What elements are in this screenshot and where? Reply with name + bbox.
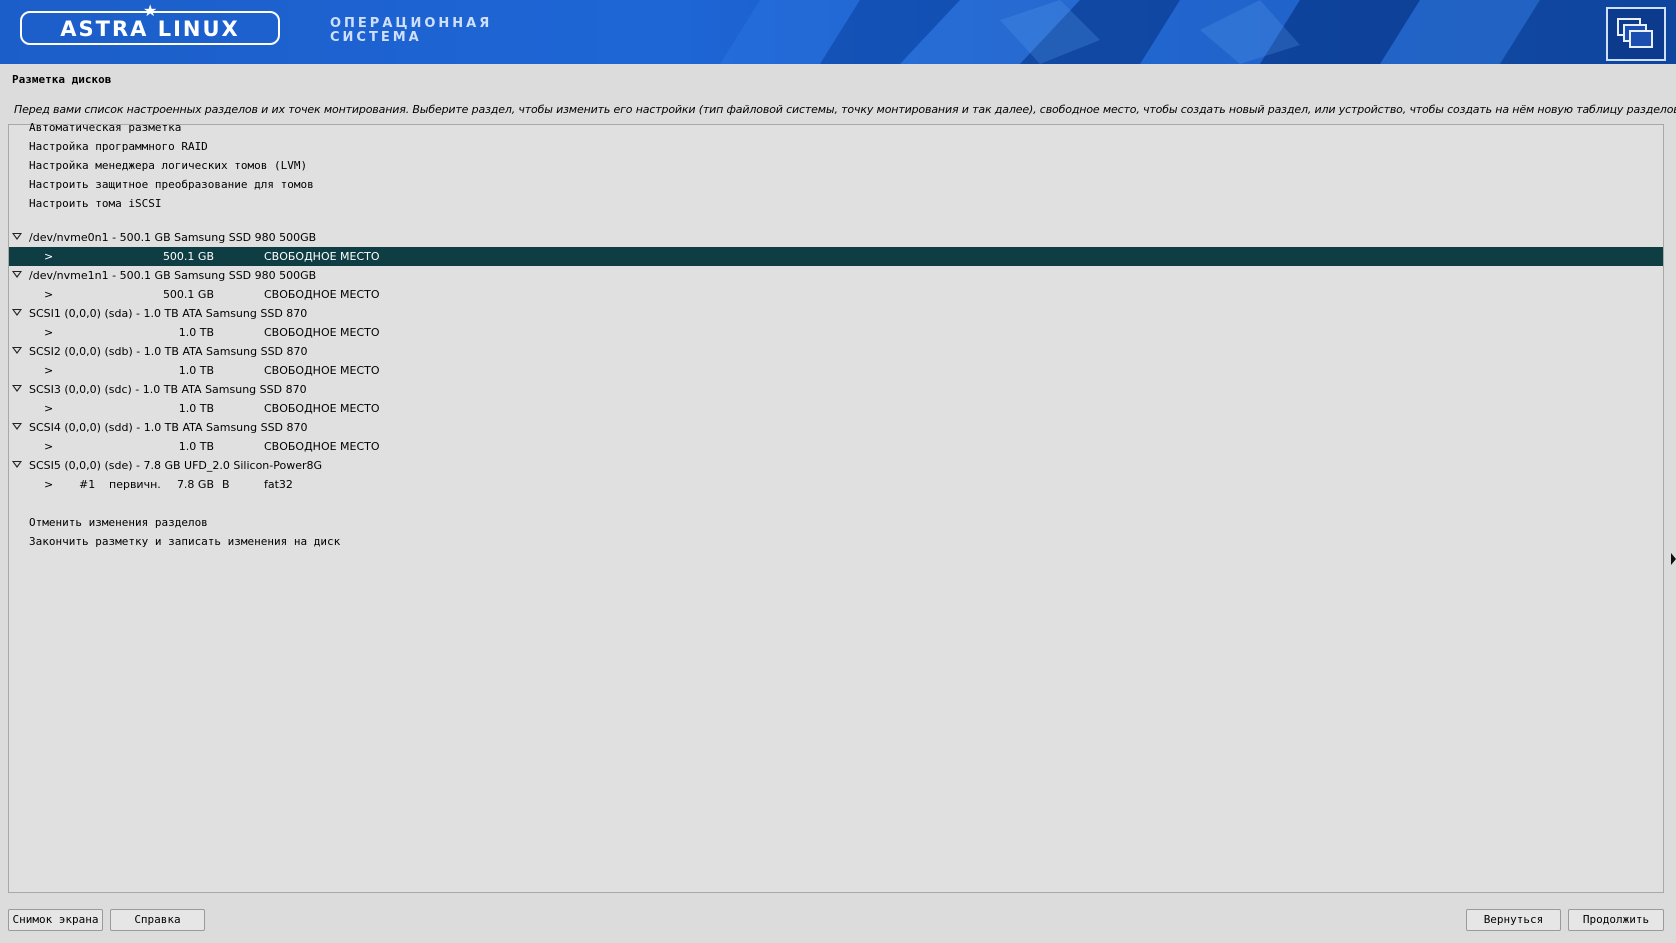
page-description: Перед вами список настроенных разделов и…: [14, 103, 1676, 116]
expand-triangle-icon: [12, 423, 22, 430]
windows-button[interactable]: [1606, 7, 1666, 61]
device-label: SCSI2 (0,0,0) (sdb) - 1.0 TB ATA Samsung…: [29, 345, 308, 358]
installer-screen: ★ ASTRA LINUX ОПЕРАЦИОННАЯ СИСТЕМА Разме…: [0, 0, 1676, 943]
list-item-label: Настройка менеджера логических томов (LV…: [29, 159, 308, 172]
device-label: SCSI3 (0,0,0) (sdc) - 1.0 TB ATA Samsung…: [29, 383, 307, 396]
free-space-row-sdc[interactable]: >1.0 TB СВОБОДНОЕ МЕСТО: [9, 399, 1663, 418]
arrow-icon: >: [44, 364, 54, 377]
arrow-icon: >: [44, 478, 54, 491]
list-item-label: Настройка программного RAID: [29, 140, 208, 153]
partition-flag: B: [222, 478, 230, 491]
list-item-encryption[interactable]: Настроить защитное преобразование для то…: [9, 175, 1663, 194]
arrow-icon: >: [44, 326, 54, 339]
free-space-row-sda[interactable]: >1.0 TB СВОБОДНОЕ МЕСТО: [9, 323, 1663, 342]
device-label: SCSI4 (0,0,0) (sdd) - 1.0 TB ATA Samsung…: [29, 421, 308, 434]
back-button[interactable]: Вернуться: [1466, 909, 1561, 931]
list-item-finish-partitioning[interactable]: Закончить разметку и записать изменения …: [9, 532, 1663, 551]
expand-triangle-icon: [12, 233, 22, 240]
size-label: 1.0 TB: [178, 364, 214, 377]
free-space-row-nvme0n1[interactable]: >500.1 GB СВОБОДНОЕ МЕСТО: [9, 247, 1663, 266]
expand-triangle-icon: [12, 347, 22, 354]
fs-label: СВОБОДНОЕ МЕСТО: [264, 288, 380, 301]
os-title: ОПЕРАЦИОННАЯ СИСТЕМА: [330, 17, 492, 45]
partition-row-sde1[interactable]: > #1 первичн. 7.8 GB B fat32: [9, 475, 1663, 494]
os-title-line1: ОПЕРАЦИОННАЯ: [330, 16, 493, 31]
header-banner: ★ ASTRA LINUX ОПЕРАЦИОННАЯ СИСТЕМА: [0, 0, 1676, 64]
screenshot-button[interactable]: Снимок экрана: [8, 909, 103, 931]
list-item-label: Автоматическая разметка: [29, 121, 182, 134]
size-label: 500.1 GB: [162, 250, 214, 263]
list-item-lvm[interactable]: Настройка менеджера логических томов (LV…: [9, 156, 1663, 175]
expand-triangle-icon: [12, 385, 22, 392]
free-space-row-sdd[interactable]: >1.0 TB СВОБОДНОЕ МЕСТО: [9, 437, 1663, 456]
device-label: /dev/nvme1n1 - 500.1 GB Samsung SSD 980 …: [29, 269, 317, 282]
fs-label: СВОБОДНОЕ МЕСТО: [264, 326, 380, 339]
list-item-raid[interactable]: Настройка программного RAID: [9, 137, 1663, 156]
device-row-sdc[interactable]: SCSI3 (0,0,0) (sdc) - 1.0 TB ATA Samsung…: [9, 380, 1663, 399]
partition-number: #1: [79, 478, 96, 491]
list-item-label: Настроить защитное преобразование для то…: [29, 178, 314, 191]
size-label: 500.1 GB: [162, 288, 214, 301]
device-row-sda[interactable]: SCSI1 (0,0,0) (sda) - 1.0 TB ATA Samsung…: [9, 304, 1663, 323]
device-row-sde[interactable]: SCSI5 (0,0,0) (sde) - 7.8 GB UFD_2.0 Sil…: [9, 456, 1663, 475]
device-row-sdb[interactable]: SCSI2 (0,0,0) (sdb) - 1.0 TB ATA Samsung…: [9, 342, 1663, 361]
windows-icon: [1617, 18, 1653, 48]
device-row-nvme1n1[interactable]: /dev/nvme1n1 - 500.1 GB Samsung SSD 980 …: [9, 266, 1663, 285]
astra-linux-logo: ★ ASTRA LINUX: [20, 1, 280, 45]
os-title-line2: СИСТЕМА: [330, 30, 422, 45]
expand-triangle-icon: [12, 461, 22, 468]
list-item-auto-partition[interactable]: Автоматическая разметка: [9, 118, 1663, 137]
list-item-undo-changes[interactable]: Отменить изменения разделов: [9, 513, 1663, 532]
expand-triangle-icon: [12, 309, 22, 316]
device-label: SCSI1 (0,0,0) (sda) - 1.0 TB ATA Samsung…: [29, 307, 308, 320]
arrow-icon: >: [44, 250, 54, 263]
fs-label: СВОБОДНОЕ МЕСТО: [264, 250, 380, 263]
free-space-row-nvme1n1[interactable]: >500.1 GB СВОБОДНОЕ МЕСТО: [9, 285, 1663, 304]
free-space-row-sdb[interactable]: >1.0 TB СВОБОДНОЕ МЕСТО: [9, 361, 1663, 380]
device-label: SCSI5 (0,0,0) (sde) - 7.8 GB UFD_2.0 Sil…: [29, 459, 323, 472]
size-label: 1.0 TB: [178, 440, 214, 453]
logo-text: ASTRA LINUX: [60, 17, 240, 41]
fs-label: СВОБОДНОЕ МЕСТО: [264, 402, 380, 415]
page-title: Разметка дисков: [12, 73, 112, 86]
mouse-cursor-icon: [1671, 553, 1676, 565]
device-row-nvme0n1[interactable]: /dev/nvme0n1 - 500.1 GB Samsung SSD 980 …: [9, 228, 1663, 247]
fs-label: СВОБОДНОЕ МЕСТО: [264, 364, 380, 377]
device-label: /dev/nvme0n1 - 500.1 GB Samsung SSD 980 …: [29, 231, 317, 244]
arrow-icon: >: [44, 288, 54, 301]
help-button[interactable]: Справка: [110, 909, 205, 931]
expand-triangle-icon: [12, 271, 22, 278]
list-item-iscsi[interactable]: Настроить тома iSCSI: [9, 194, 1663, 213]
fs-label: СВОБОДНОЕ МЕСТО: [264, 440, 380, 453]
size-label: 1.0 TB: [178, 326, 214, 339]
arrow-icon: >: [44, 440, 54, 453]
list-item-label: Настроить тома iSCSI: [29, 197, 162, 210]
size-label: 7.8 GB: [176, 478, 214, 491]
list-item-label: Отменить изменения разделов: [29, 516, 208, 529]
fs-label: fat32: [264, 478, 293, 491]
continue-button[interactable]: Продолжить: [1568, 909, 1664, 931]
list-item-label: Закончить разметку и записать изменения …: [29, 535, 341, 548]
partition-list: Автоматическая разметка Настройка програ…: [8, 121, 1664, 893]
arrow-icon: >: [44, 402, 54, 415]
size-label: 1.0 TB: [178, 402, 214, 415]
device-row-sdd[interactable]: SCSI4 (0,0,0) (sdd) - 1.0 TB ATA Samsung…: [9, 418, 1663, 437]
